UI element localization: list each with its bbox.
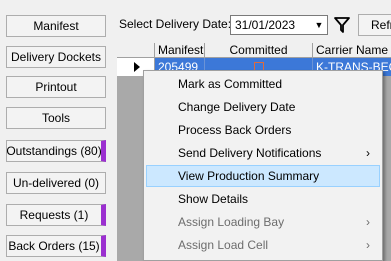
chevron-right-icon: › <box>366 238 370 252</box>
menu-item-show-details[interactable]: Show Details <box>146 188 380 210</box>
back-orders-button[interactable]: Back Orders (15) <box>6 235 106 257</box>
column-header-manifest[interactable]: Manifest <box>155 43 205 58</box>
menu-item-assign-loading-bay: Assign Loading Bay › <box>146 211 380 233</box>
manifest-button[interactable]: Manifest <box>6 15 106 37</box>
menu-item-change-delivery-date[interactable]: Change Delivery Date <box>146 96 380 118</box>
menu-item-send-delivery-notifications[interactable]: Send Delivery Notifications › <box>146 142 380 164</box>
menu-item-mark-as-committed[interactable]: Mark as Committed <box>146 73 380 95</box>
menu-item-label: Mark as Committed <box>178 77 283 91</box>
context-menu: Mark as Committed Change Delivery Date P… <box>143 70 383 261</box>
tools-button[interactable]: Tools <box>6 107 106 129</box>
menu-item-process-back-orders[interactable]: Process Back Orders <box>146 119 380 141</box>
menu-item-label: Process Back Orders <box>178 123 292 137</box>
refresh-button[interactable]: Refr <box>358 14 391 36</box>
menu-item-label: View Production Summary <box>178 169 320 183</box>
outstandings-button[interactable]: Outstandings (80) <box>6 140 106 162</box>
sidebar: Manifest Delivery Dockets Printout Tools… <box>0 0 114 261</box>
undelivered-button[interactable]: Un-delivered (0) <box>6 172 106 194</box>
delivery-date-combobox[interactable]: 31/01/2023 ▼ <box>230 15 328 35</box>
chevron-right-icon: › <box>366 215 370 229</box>
menu-item-label: Show Details <box>178 192 249 206</box>
column-header-committed[interactable]: Committed <box>205 43 313 58</box>
row-header-corner <box>117 43 155 58</box>
funnel-icon <box>334 17 350 33</box>
chevron-right-icon: › <box>366 146 370 160</box>
menu-item-label: Send Delivery Notifications <box>178 146 322 160</box>
menu-item-assign-load-cell: Assign Load Cell › <box>146 234 380 256</box>
delivery-dockets-button[interactable]: Delivery Dockets <box>6 46 106 68</box>
menu-item-label: Change Delivery Date <box>178 100 296 114</box>
printout-button[interactable]: Printout <box>6 76 106 98</box>
row-pointer-icon <box>134 62 140 72</box>
requests-button[interactable]: Requests (1) <box>6 204 106 226</box>
menu-item-label: Assign Load Cell <box>178 238 269 252</box>
column-header-carrier-name[interactable]: Carrier Name <box>313 43 391 58</box>
delivery-date-label: Select Delivery Date: <box>119 17 232 31</box>
delivery-date-value: 31/01/2023 <box>235 18 296 32</box>
dropdown-arrow-icon[interactable]: ▼ <box>311 16 327 34</box>
menu-item-view-production-summary[interactable]: View Production Summary <box>146 165 380 187</box>
menu-item-label: Assign Loading Bay <box>178 215 285 229</box>
filter-button[interactable] <box>332 15 352 35</box>
